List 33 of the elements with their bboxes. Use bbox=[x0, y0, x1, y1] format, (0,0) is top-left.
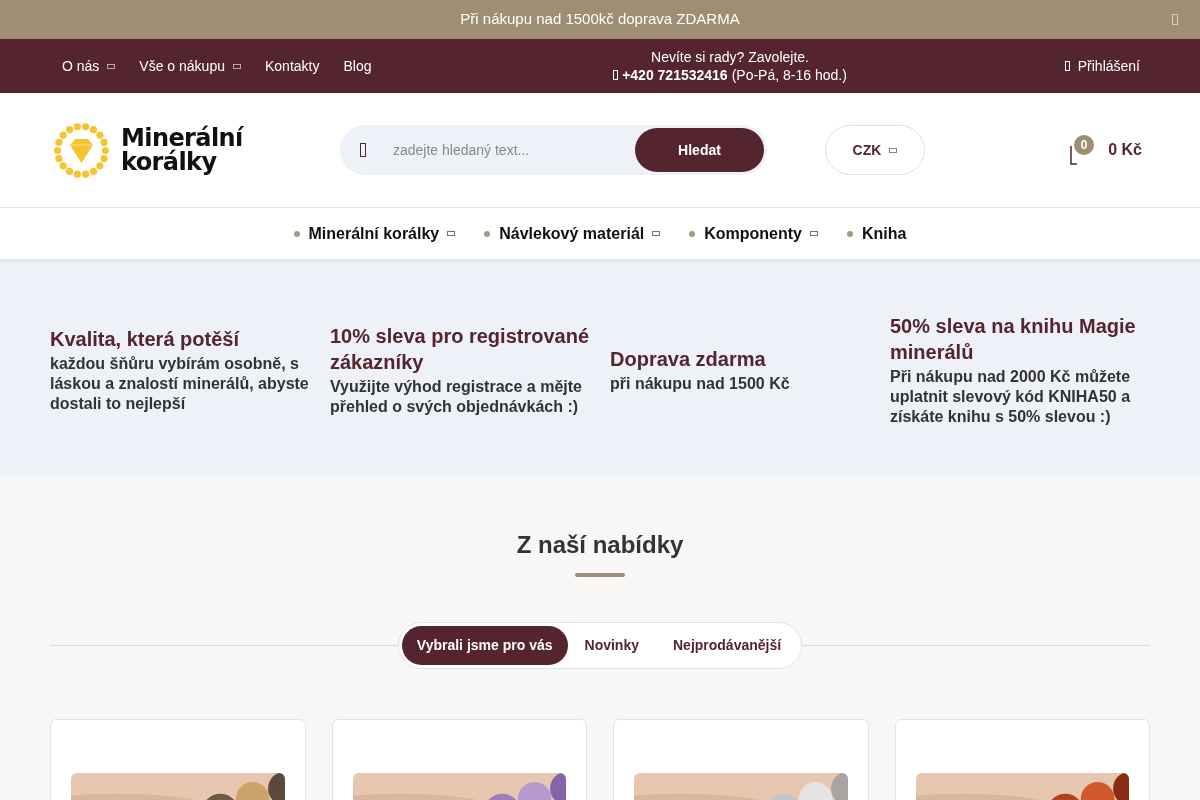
benefit-text: Při nákupu nad 2000 Kč můžete uplatnit slevový kód KNIHA50 a získáte knihu s 50% slevou :) bbox=[890, 366, 1132, 427]
announcement-text: Při nákupu nad 1500kč doprava ZDARMA bbox=[460, 9, 740, 30]
benefit-text: každou šňůru vybírám osobně, s láskou a znalostí minerálů, abyste dostali to nejlepší bbox=[50, 353, 310, 414]
category-link[interactable]: Minerální korálky bbox=[293, 221, 456, 246]
hours-text: (Po-Pá, 8-16 hod.) bbox=[731, 66, 847, 84]
help-text: Nevíte si rady? Zavolejte. bbox=[651, 48, 809, 66]
phone-number[interactable]: +420 721532416 bbox=[622, 66, 728, 84]
search-button[interactable]: Hledat bbox=[635, 128, 764, 172]
category-link[interactable]: Komponenty bbox=[689, 221, 818, 246]
tab[interactable]: Vybrali jsme pro vás bbox=[401, 626, 568, 665]
top-nav-link[interactable]: Blog bbox=[343, 55, 372, 77]
currency-selector[interactable]: CZK bbox=[825, 125, 925, 175]
top-nav-link[interactable]: Kontakty bbox=[265, 55, 320, 77]
benefit-title: 10% sleva pro registrované zákazníky bbox=[330, 323, 590, 375]
benefit-text: Využijte výhod registrace a mějte přehled o svých objednávkách :) bbox=[330, 376, 583, 417]
benefit-title: Doprava zdarma bbox=[610, 346, 767, 372]
benefit-title: 50% sleva na knihu Magie minerálů bbox=[890, 313, 1137, 365]
logo-text: Minerální korálky bbox=[121, 126, 243, 174]
category-link[interactable]: Kniha bbox=[847, 221, 907, 246]
benefit-text: při nákupu nad 1500 Kč bbox=[610, 373, 791, 394]
login-link[interactable]: Přihlášení bbox=[1064, 55, 1140, 77]
tab[interactable]: Novinky bbox=[567, 626, 656, 665]
cart-count-badge: 0 bbox=[1074, 135, 1095, 155]
tab[interactable]: Nejprodávanější bbox=[656, 626, 799, 665]
search-field[interactable]: zadejte hledaný text... Hledat bbox=[340, 125, 767, 175]
top-nav-link[interactable]: O nás bbox=[62, 55, 116, 77]
diamond-logo-icon bbox=[54, 122, 109, 178]
cart-total[interactable]: 0 Kč bbox=[1108, 138, 1142, 162]
top-nav-link[interactable]: Vše o nákupu bbox=[139, 55, 241, 77]
benefit-title: Kvalita, která potěší bbox=[50, 326, 241, 352]
caret-icon bbox=[889, 147, 898, 153]
section-heading: Z naší nabídky bbox=[516, 530, 684, 560]
category-link[interactable]: Návlekový materiál bbox=[484, 221, 661, 246]
